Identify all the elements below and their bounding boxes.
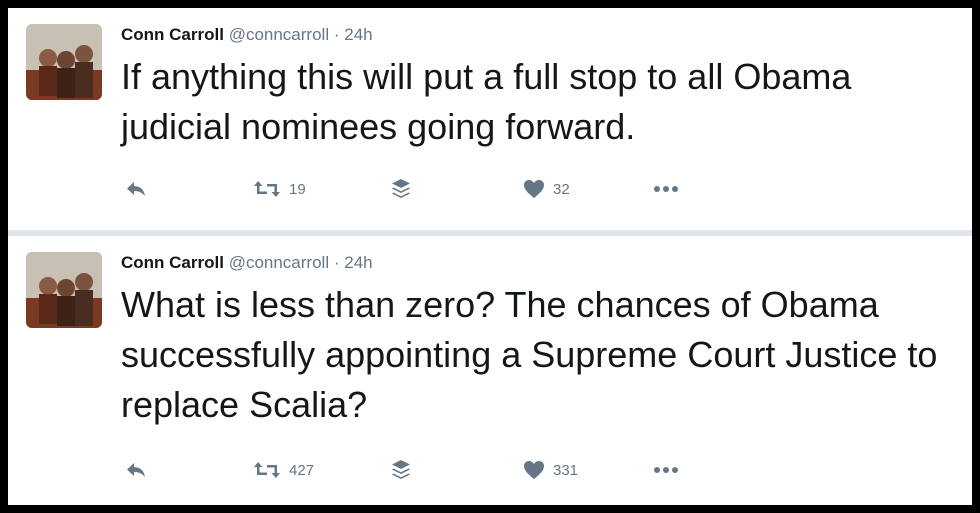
author-handle[interactable]: @conncarroll [229,25,329,44]
layers-icon [391,178,411,200]
reply-icon [125,461,147,479]
tweet-actions: 19 32 [121,174,721,204]
tweet-card[interactable]: Conn Carroll @conncarroll · 24h What is … [8,236,972,505]
retweet-count: 19 [289,180,306,198]
like-count: 32 [553,180,570,198]
tweet-feed: Conn Carroll @conncarroll · 24h If anyth… [8,8,972,505]
retweet-icon [253,460,281,480]
like-button[interactable]: 331 [523,455,578,485]
tweet-header: Conn Carroll @conncarroll · 24h [121,251,373,275]
more-icon [653,185,679,193]
reply-icon [125,180,147,198]
tweet-header: Conn Carroll @conncarroll · 24h [121,23,373,47]
reply-button[interactable] [125,455,147,485]
buffer-button[interactable] [391,174,411,204]
tweet-text: If anything this will put a full stop to… [121,56,852,147]
avatar[interactable] [26,252,102,328]
more-button[interactable] [653,455,679,485]
retweet-icon [253,179,281,199]
avatar[interactable] [26,24,102,100]
layers-icon [391,459,411,481]
tweet-actions: 427 331 [121,455,721,485]
more-icon [653,466,679,474]
author-name[interactable]: Conn Carroll [121,253,224,272]
heart-icon [523,460,545,480]
buffer-button[interactable] [391,455,411,485]
reply-button[interactable] [125,174,147,204]
retweet-count: 427 [289,461,315,479]
more-button[interactable] [653,174,679,204]
heart-icon [523,179,545,199]
tweet-time[interactable]: 24h [344,253,372,272]
retweet-button[interactable]: 19 [253,174,306,204]
retweet-button[interactable]: 427 [253,455,314,485]
tweet-time[interactable]: 24h [344,25,372,44]
author-handle[interactable]: @conncarroll [229,253,329,272]
like-count: 331 [553,461,579,479]
header-separator: · [333,253,340,272]
header-separator: · [333,25,340,44]
tweet-card[interactable]: Conn Carroll @conncarroll · 24h If anyth… [8,8,972,230]
like-button[interactable]: 32 [523,174,570,204]
tweet-text: What is less than zero? The chances of O… [121,284,938,425]
author-name[interactable]: Conn Carroll [121,25,224,44]
